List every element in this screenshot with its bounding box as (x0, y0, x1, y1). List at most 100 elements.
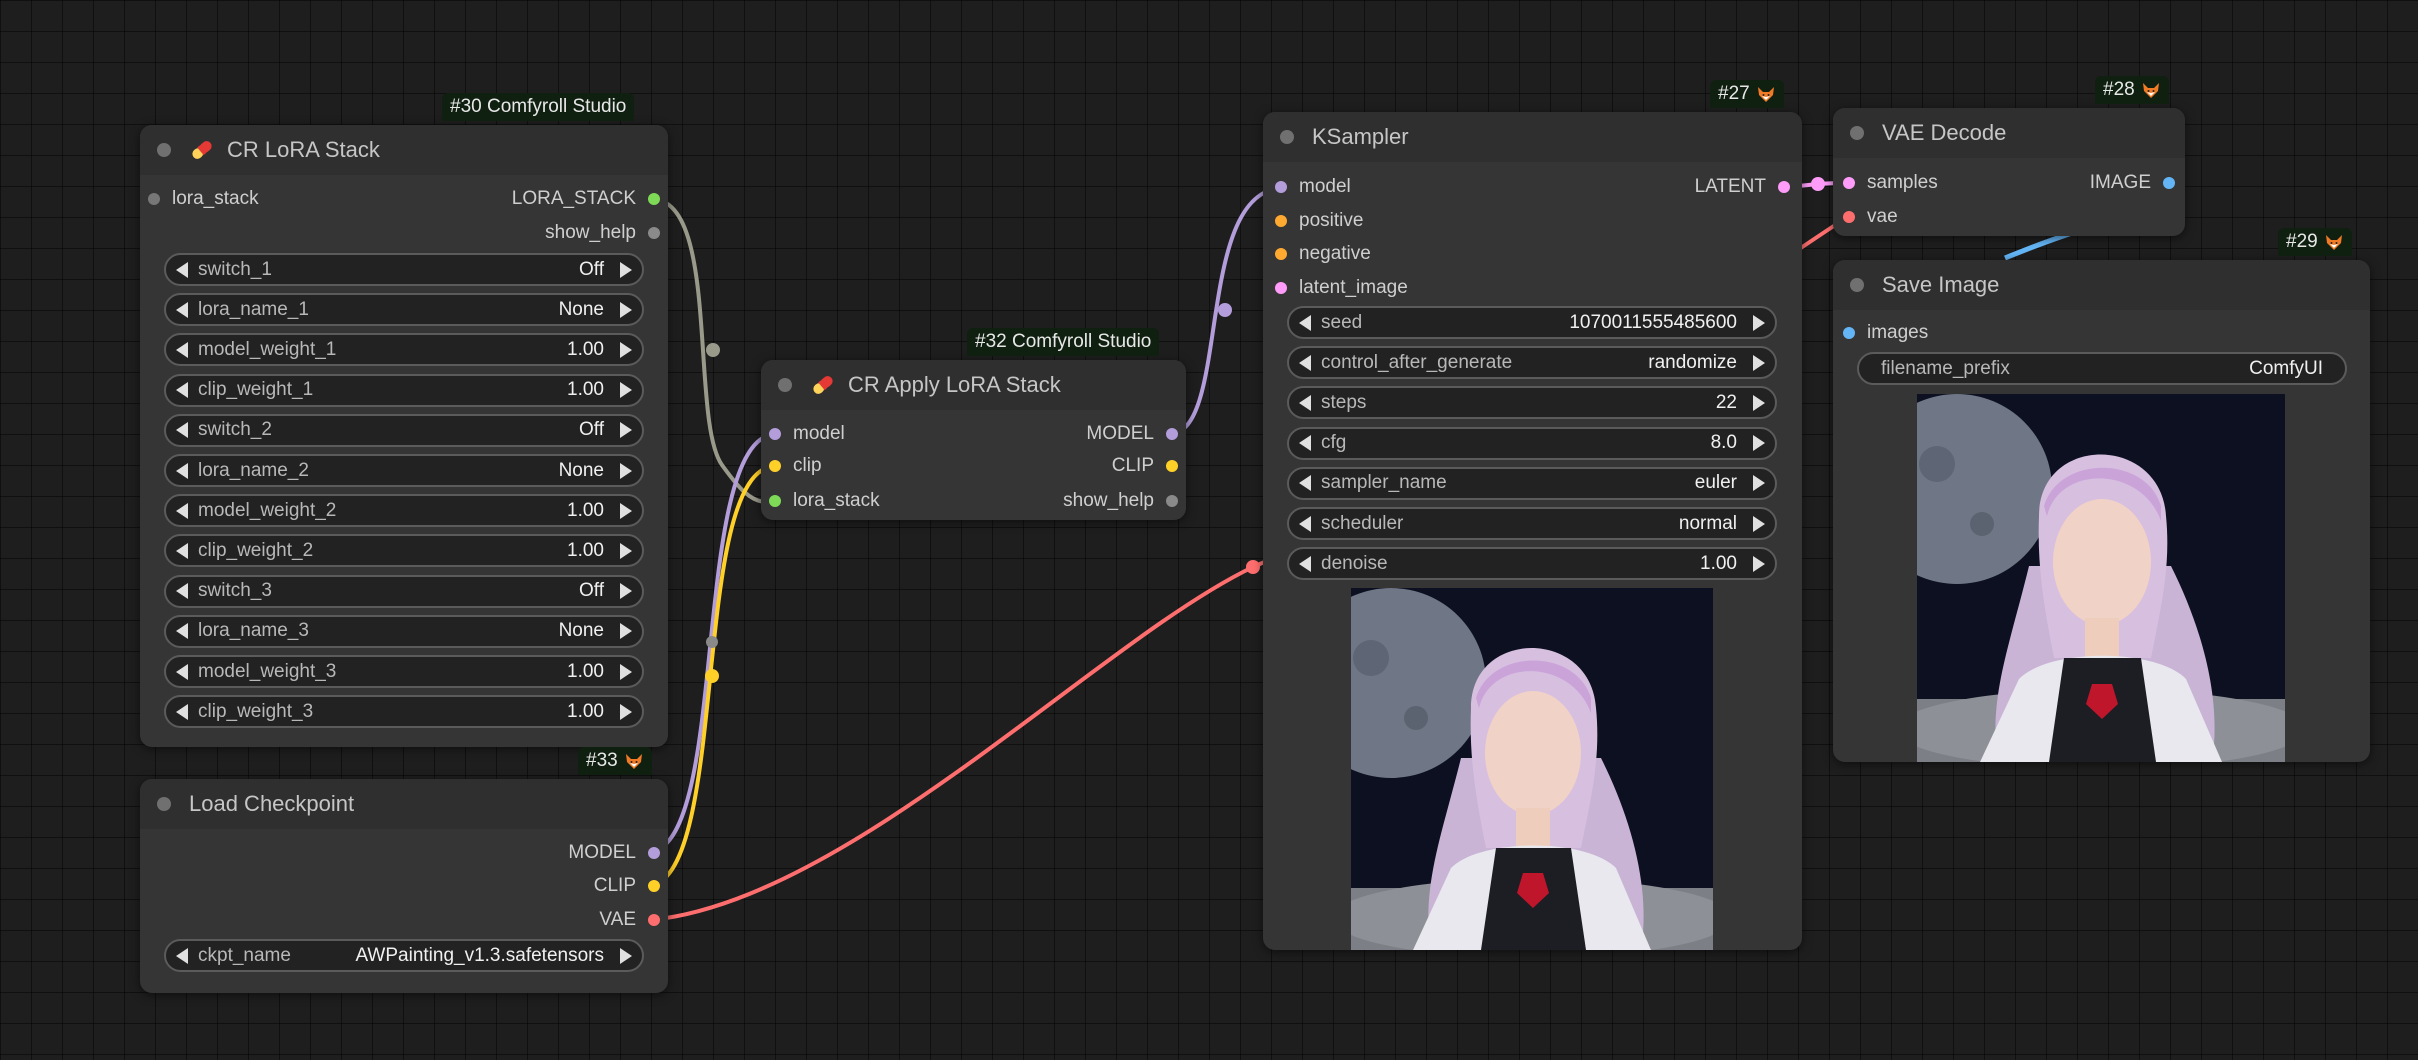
slot-dot-icon[interactable] (648, 227, 660, 239)
input-negative[interactable]: negative (1275, 242, 1371, 266)
decrement-arrow-icon[interactable] (176, 301, 188, 318)
node-title-bar[interactable]: Save Image (1833, 260, 2370, 310)
decrement-arrow-icon[interactable] (1299, 314, 1311, 331)
slot-dot-icon[interactable] (769, 460, 781, 472)
decrement-arrow-icon[interactable] (176, 703, 188, 720)
decrement-arrow-icon[interactable] (176, 341, 188, 358)
collapse-dot-icon[interactable] (778, 378, 792, 392)
increment-arrow-icon[interactable] (1753, 314, 1765, 331)
input-latent-image[interactable]: latent_image (1275, 276, 1408, 300)
node-title-bar[interactable]: CR LoRA Stack (140, 125, 668, 175)
output-clip[interactable]: CLIP (594, 874, 660, 898)
slot-dot-icon[interactable] (1166, 460, 1178, 472)
vae-decode-node[interactable]: VAE Decode samples vae IMAGE (1833, 108, 2185, 236)
widget-lora-name-2[interactable]: lora_name_2 None (164, 454, 644, 487)
increment-arrow-icon[interactable] (1753, 354, 1765, 371)
slot-dot-icon[interactable] (1843, 177, 1855, 189)
decrement-arrow-icon[interactable] (1299, 475, 1311, 492)
increment-arrow-icon[interactable] (620, 623, 632, 640)
output-clip[interactable]: CLIP (1112, 454, 1178, 478)
node-title-bar[interactable]: Load Checkpoint (140, 779, 668, 829)
collapse-dot-icon[interactable] (1850, 126, 1864, 140)
widget-seed[interactable]: seed 1070011555485600 (1287, 306, 1777, 339)
decrement-arrow-icon[interactable] (1299, 515, 1311, 532)
slot-dot-icon[interactable] (648, 880, 660, 892)
output-model[interactable]: MODEL (1086, 422, 1178, 446)
collapse-dot-icon[interactable] (1850, 278, 1864, 292)
input-model[interactable]: model (769, 422, 845, 446)
increment-arrow-icon[interactable] (620, 542, 632, 559)
widget-switch-2[interactable]: switch_2 Off (164, 413, 644, 447)
slot-dot-icon[interactable] (1778, 181, 1790, 193)
slot-dot-icon[interactable] (769, 428, 781, 440)
widget-filename-prefix[interactable]: filename_prefix ComfyUI (1857, 352, 2347, 385)
decrement-arrow-icon[interactable] (176, 583, 188, 600)
output-latent[interactable]: LATENT (1695, 175, 1790, 199)
widget-lora-name-3[interactable]: lora_name_3 None (164, 614, 644, 648)
cr-lora-stack-node[interactable]: CR LoRA Stack lora_stack LORA_STACK show… (140, 125, 668, 747)
slot-dot-icon[interactable] (2163, 177, 2175, 189)
increment-arrow-icon[interactable] (620, 502, 632, 519)
increment-arrow-icon[interactable] (620, 382, 632, 399)
collapse-dot-icon[interactable] (157, 143, 171, 157)
increment-arrow-icon[interactable] (1753, 475, 1765, 492)
slot-dot-icon[interactable] (1843, 327, 1855, 339)
widget-ckpt-name[interactable]: ckpt_name AWPainting_v1.3.safetensors (164, 939, 644, 972)
decrement-arrow-icon[interactable] (176, 261, 188, 278)
increment-arrow-icon[interactable] (620, 462, 632, 479)
slot-dot-icon[interactable] (1166, 428, 1178, 440)
slot-dot-icon[interactable] (648, 193, 660, 205)
input-lora-stack[interactable]: lora_stack (148, 187, 259, 211)
widget-sampler-name[interactable]: sampler_name euler (1287, 466, 1777, 500)
input-model[interactable]: model (1275, 175, 1351, 199)
collapse-dot-icon[interactable] (1280, 130, 1294, 144)
input-vae[interactable]: vae (1843, 205, 1898, 229)
slot-dot-icon[interactable] (1843, 211, 1855, 223)
slot-dot-icon[interactable] (769, 495, 781, 507)
widget-model-weight-1[interactable]: model_weight_1 1.00 (164, 333, 644, 367)
widget-control-after-generate[interactable]: control_after_generate randomize (1287, 346, 1777, 380)
increment-arrow-icon[interactable] (620, 703, 632, 720)
input-images[interactable]: images (1843, 321, 1928, 345)
widget-switch-1[interactable]: switch_1 Off (164, 253, 644, 286)
widget-clip-weight-3[interactable]: clip_weight_3 1.00 (164, 695, 644, 729)
output-image[interactable]: IMAGE (2090, 171, 2175, 195)
widget-switch-3[interactable]: switch_3 Off (164, 574, 644, 608)
widget-denoise[interactable]: denoise 1.00 (1287, 547, 1777, 581)
decrement-arrow-icon[interactable] (176, 542, 188, 559)
slot-dot-icon[interactable] (1275, 215, 1287, 227)
decrement-arrow-icon[interactable] (176, 382, 188, 399)
widget-clip-weight-1[interactable]: clip_weight_1 1.00 (164, 373, 644, 407)
decrement-arrow-icon[interactable] (176, 502, 188, 519)
input-clip[interactable]: clip (769, 454, 822, 478)
node-title-bar[interactable]: KSampler (1263, 112, 1802, 162)
widget-cfg[interactable]: cfg 8.0 (1287, 426, 1777, 460)
increment-arrow-icon[interactable] (620, 663, 632, 680)
widget-model-weight-2[interactable]: model_weight_2 1.00 (164, 494, 644, 528)
decrement-arrow-icon[interactable] (176, 422, 188, 439)
output-lora-stack[interactable]: LORA_STACK (512, 187, 660, 211)
ksampler-node[interactable]: KSampler model positive negative latent_… (1263, 112, 1802, 950)
increment-arrow-icon[interactable] (620, 583, 632, 600)
increment-arrow-icon[interactable] (620, 947, 632, 964)
widget-lora-name-1[interactable]: lora_name_1 None (164, 293, 644, 327)
increment-arrow-icon[interactable] (620, 301, 632, 318)
slot-dot-icon[interactable] (1275, 282, 1287, 294)
cr-apply-lora-stack-node[interactable]: CR Apply LoRA Stack model clip lora_stac… (761, 360, 1186, 520)
widget-clip-weight-2[interactable]: clip_weight_2 1.00 (164, 534, 644, 568)
widget-scheduler[interactable]: scheduler normal (1287, 507, 1777, 540)
decrement-arrow-icon[interactable] (176, 663, 188, 680)
slot-dot-icon[interactable] (648, 847, 660, 859)
increment-arrow-icon[interactable] (620, 422, 632, 439)
increment-arrow-icon[interactable] (620, 261, 632, 278)
node-title-bar[interactable]: CR Apply LoRA Stack (761, 360, 1186, 410)
slot-dot-icon[interactable] (648, 914, 660, 926)
node-title-bar[interactable]: VAE Decode (1833, 108, 2185, 158)
load-checkpoint-node[interactable]: Load Checkpoint MODEL CLIP VAE ckpt_name… (140, 779, 668, 993)
collapse-dot-icon[interactable] (157, 797, 171, 811)
slot-dot-icon[interactable] (1166, 495, 1178, 507)
slot-dot-icon[interactable] (148, 193, 160, 205)
save-image-node[interactable]: Save Image images filename_prefix ComfyU… (1833, 260, 2370, 762)
output-show-help[interactable]: show_help (545, 221, 660, 245)
decrement-arrow-icon[interactable] (1299, 555, 1311, 572)
